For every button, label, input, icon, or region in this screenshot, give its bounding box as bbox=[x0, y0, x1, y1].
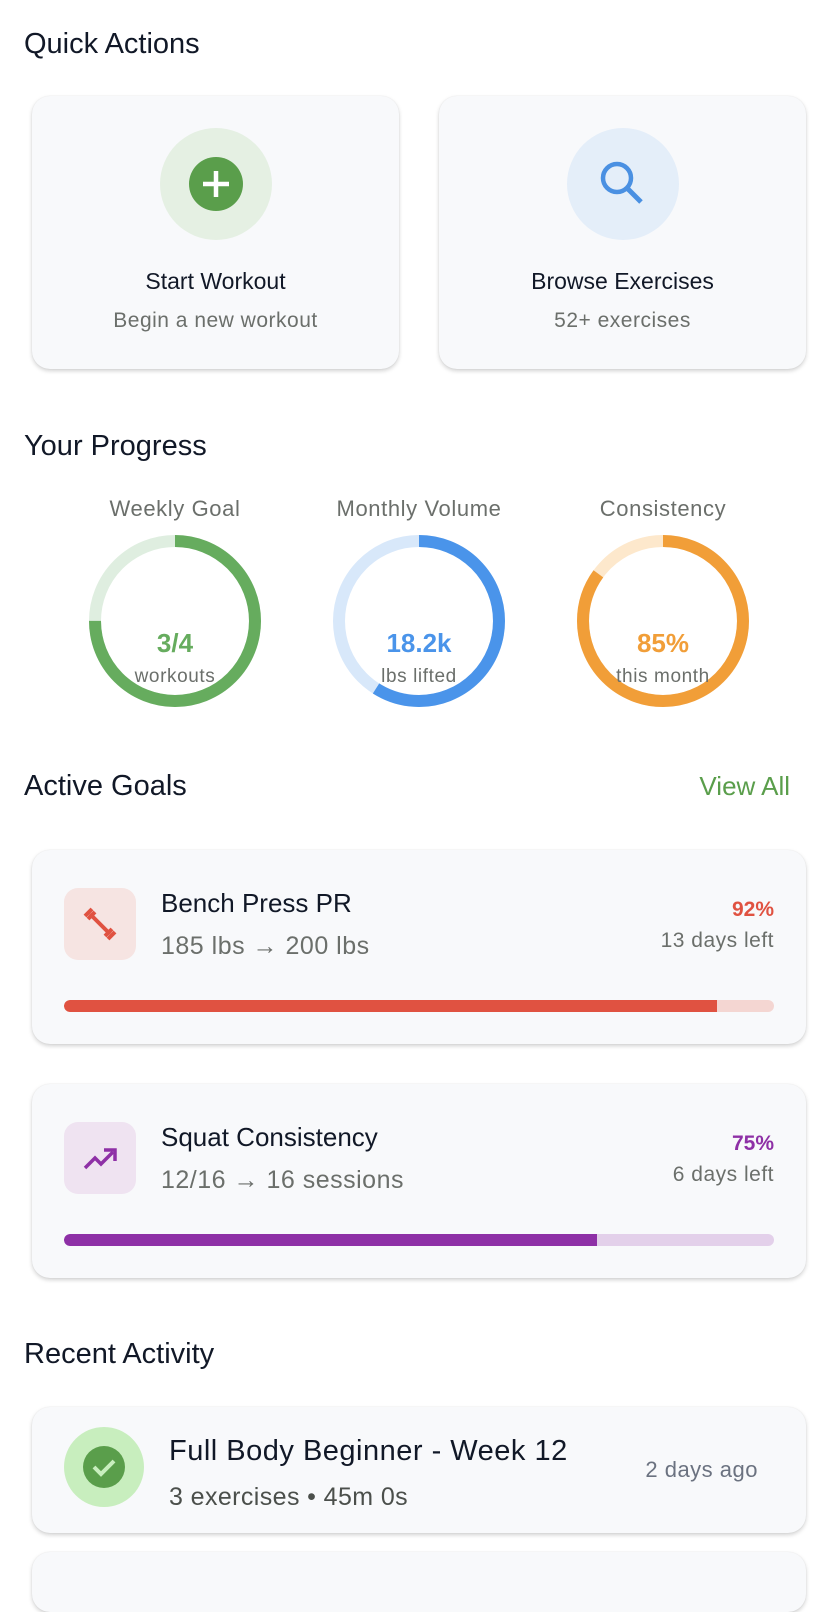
goal-name: Bench Press PR bbox=[161, 888, 352, 918]
activity-meta: 3 exercises • 45m 0s bbox=[169, 1483, 409, 1511]
goal-card[interactable]: Bench Press PR 185 lbs → 200 lbs 92% 13 … bbox=[32, 850, 806, 1044]
trending-up-icon bbox=[64, 1122, 136, 1194]
goal-percent: 75% bbox=[731, 1132, 774, 1155]
progress-ring-2: Consistency 85% this month bbox=[563, 496, 763, 708]
ring-value: 18.2k bbox=[386, 628, 452, 658]
activity-item[interactable]: Full Body Beginner - Week 12 3 exercises… bbox=[32, 1407, 806, 1533]
start-workout-subtitle: Begin a new workout bbox=[113, 309, 318, 332]
progress-heading: Your Progress bbox=[24, 430, 207, 462]
goal-progress-bar bbox=[64, 1000, 774, 1012]
progress-ring-0: Weekly Goal 3/4 workouts bbox=[75, 496, 275, 708]
start-workout-title: Start Workout bbox=[145, 268, 286, 294]
goal-progress-fill bbox=[64, 1000, 718, 1012]
goal-progress-bar bbox=[64, 1234, 774, 1246]
goal-detail: 12/16 → 16 sessions bbox=[161, 1166, 404, 1194]
recent-activity-heading: Recent Activity bbox=[24, 1338, 215, 1370]
activity-title: Full Body Beginner - Week 12 bbox=[169, 1435, 568, 1467]
progress-ring-1: Monthly Volume 18.2k lbs lifted bbox=[319, 496, 519, 708]
active-goals-heading: Active Goals bbox=[24, 770, 187, 802]
ring-label: Weekly Goal bbox=[109, 496, 241, 521]
browse-exercises-title: Browse Exercises bbox=[531, 268, 714, 294]
activity-item[interactable] bbox=[32, 1552, 806, 1612]
goal-days-left: 13 days left bbox=[660, 929, 774, 952]
activity-icon-bg bbox=[64, 1427, 144, 1507]
browse-exercises-subtitle: 52+ exercises bbox=[554, 309, 691, 332]
ring-sub: lbs lifted bbox=[381, 666, 457, 687]
goal-detail: 185 lbs → 200 lbs bbox=[161, 932, 370, 960]
dumbbell-icon bbox=[64, 888, 136, 960]
ring-value: 3/4 bbox=[156, 628, 194, 658]
goal-name: Squat Consistency bbox=[161, 1122, 378, 1152]
browse-exercises-icon-bg bbox=[566, 128, 679, 240]
activity-time: 2 days ago bbox=[645, 1457, 758, 1482]
plus-circle-icon bbox=[188, 157, 243, 211]
quick-actions-heading: Quick Actions bbox=[24, 28, 200, 60]
start-workout-icon-bg bbox=[159, 128, 272, 240]
goal-percent: 92% bbox=[731, 898, 774, 921]
goal-card[interactable]: Squat Consistency 12/16 → 16 sessions 75… bbox=[32, 1084, 806, 1278]
ring-label: Monthly Volume bbox=[336, 496, 502, 521]
ring-label: Consistency bbox=[599, 496, 727, 521]
start-workout-card[interactable]: Start Workout Begin a new workout bbox=[32, 96, 399, 369]
ring-value: 85% bbox=[636, 628, 690, 658]
check-circle-icon bbox=[83, 1446, 125, 1488]
ring-sub: workouts bbox=[134, 666, 216, 687]
ring-sub: this month bbox=[616, 666, 710, 687]
view-all-link[interactable]: View All bbox=[699, 771, 790, 802]
goal-days-left: 6 days left bbox=[672, 1163, 774, 1186]
search-icon bbox=[600, 161, 643, 204]
goal-progress-fill bbox=[64, 1234, 597, 1246]
browse-exercises-card[interactable]: Browse Exercises 52+ exercises bbox=[439, 96, 806, 369]
